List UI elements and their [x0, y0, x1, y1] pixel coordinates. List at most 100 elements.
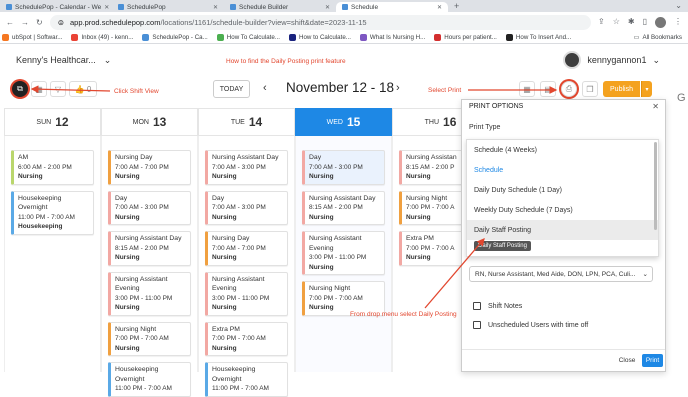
- day-column[interactable]: Day 7:00 AM - 3:00 PM Nursing Nursing Assis…: [295, 136, 392, 372]
- shift-role: Nursing: [115, 304, 140, 311]
- print-type-option[interactable]: Daily Duty Schedule (1 Day): [467, 180, 658, 200]
- shift-notes-checkbox[interactable]: Shift Notes: [473, 302, 522, 310]
- bookmark-item[interactable]: SchedulePop - Ca...: [142, 34, 208, 41]
- close-icon[interactable]: ✕: [652, 102, 659, 111]
- shift-card[interactable]: Day 7:00 AM - 3:00 PM Nursing: [302, 150, 385, 185]
- day-column[interactable]: Nursing Day 7:00 AM - 7:00 PM Nursing Day 7:…: [101, 136, 198, 397]
- checkbox-box[interactable]: [473, 302, 481, 310]
- print-type-option[interactable]: Weekly Duty Schedule (7 Days): [467, 200, 658, 220]
- shift-name: Day: [212, 194, 225, 202]
- browser-tab[interactable]: Schedule Builder ✕: [224, 2, 336, 12]
- more-menu-icon[interactable]: ⋮: [674, 17, 682, 28]
- day-header-row: SUN 12 MON 13 TUE 14 WED 15 THU 16: [4, 108, 504, 136]
- new-tab-button[interactable]: +: [448, 0, 465, 12]
- shift-name: Day: [309, 154, 322, 161]
- user-menu[interactable]: kennygannon1 ⌄: [563, 51, 660, 69]
- bookmark-item[interactable]: What Is Nursing H...: [359, 34, 425, 41]
- shift-card[interactable]: Day 7:00 AM - 3:00 PM Nursing: [205, 190, 288, 225]
- shift-name: Nursing Assistant Day: [212, 154, 279, 161]
- shift-card[interactable]: AM 6:00 AM - 2:00 PM Nursing: [11, 150, 94, 185]
- close-tab-icon[interactable]: ✕: [325, 4, 330, 11]
- reload-icon[interactable]: ↻: [36, 18, 43, 27]
- print-button[interactable]: ⎙: [561, 81, 577, 97]
- shift-card[interactable]: Nursing Day 7:00 AM - 7:00 PM Nursing: [205, 231, 288, 266]
- shift-card[interactable]: Housekeeping Overnight 11:00 PM - 7:00 AM…: [11, 190, 94, 235]
- browser-tab[interactable]: SchedulePop ✕: [112, 2, 224, 12]
- shift-view-button[interactable]: ⧉: [12, 81, 28, 97]
- today-button[interactable]: TODAY: [213, 80, 250, 98]
- close-tab-icon[interactable]: ✕: [213, 4, 218, 11]
- close-button[interactable]: Close: [614, 354, 640, 367]
- shift-role: Nursing: [212, 213, 237, 221]
- shift-role: Nursing: [18, 173, 43, 180]
- all-bookmarks[interactable]: ▭ All Bookmarks: [634, 34, 688, 41]
- tab-search-icon[interactable]: ⌄: [675, 0, 688, 12]
- bookmark-item[interactable]: How To Insert And...: [505, 34, 571, 41]
- shift-card[interactable]: Nursing Assistant Evening 3:00 PM - 11:00…: [205, 271, 288, 316]
- publish-button[interactable]: Publish: [603, 81, 640, 97]
- panel-footer: Close Print: [462, 349, 665, 371]
- forward-icon[interactable]: →: [21, 18, 29, 27]
- shift-card[interactable]: Nursing Day 7:00 AM - 7:00 PM Nursing: [108, 150, 191, 185]
- google-g-icon: G: [677, 92, 686, 104]
- bookmark-item[interactable]: Hours per patient...: [434, 34, 497, 41]
- calendar-view-button[interactable]: ▦: [31, 81, 47, 97]
- org-selector[interactable]: Kenny's Healthcar... ⌄: [16, 55, 111, 66]
- url-input[interactable]: ⊜ app.prod.schedulepop.com/locations/116…: [49, 14, 592, 30]
- print-type-option-daily-posting[interactable]: Daily Staff Posting: [467, 220, 658, 240]
- calendar-export-button[interactable]: ▦: [519, 81, 535, 97]
- grid-button[interactable]: ▤: [540, 81, 556, 97]
- shift-time: 7:00 PM - 7:00 AM: [212, 335, 266, 342]
- prev-week-icon[interactable]: ‹: [263, 82, 267, 94]
- filter-button[interactable]: ▽: [50, 81, 66, 97]
- shift-time: 7:00 AM - 7:00 PM: [212, 244, 266, 252]
- close-tab-icon[interactable]: ✕: [104, 4, 109, 11]
- shift-role: Nursing: [309, 213, 334, 221]
- site-info-icon[interactable]: ⊜: [58, 18, 64, 27]
- next-week-icon[interactable]: ›: [396, 82, 400, 94]
- browser-tab[interactable]: SchedulePop - Calendar - We ✕: [0, 2, 112, 12]
- address-bar-row: ← → ↻ ⊜ app.prod.schedulepop.com/locatio…: [0, 12, 688, 32]
- print-type-dropdown[interactable]: Schedule (4 Weeks) Schedule Daily Duty S…: [466, 139, 659, 257]
- browser-tab-active[interactable]: Schedule ✕: [336, 2, 448, 12]
- shift-card[interactable]: Nursing Assistant Evening 3:00 PM - 11:00…: [302, 231, 385, 275]
- unscheduled-users-checkbox[interactable]: Unscheduled Users with time off: [473, 321, 588, 329]
- sidepanel-icon[interactable]: ▯: [643, 17, 647, 28]
- shift-role: Nursing: [115, 254, 140, 261]
- shift-role: Housekeeping: [18, 223, 63, 230]
- back-icon[interactable]: ←: [6, 18, 14, 27]
- bookmark-item[interactable]: ubSpot | Softwar...: [2, 34, 62, 41]
- shift-card[interactable]: Nursing Assistant Day 8:15 AM - 2:00 PM Nu…: [108, 231, 191, 266]
- shift-name: Nursing Day: [115, 154, 153, 161]
- shift-card[interactable]: Extra PM 7:00 PM - 7:00 AM Nursing: [205, 321, 288, 356]
- tab-favicon-icon: [118, 4, 124, 10]
- shift-card[interactable]: Housekeeping Overnight 11:00 PM - 7:00 AM: [108, 362, 191, 397]
- publish-menu-chevron-icon[interactable]: ▾: [641, 81, 652, 97]
- roles-select[interactable]: RN, Nurse Assistant, Med Aide, DON, LPN,…: [469, 266, 653, 282]
- shift-card[interactable]: Nursing Assistant Day 8:15 AM - 2:00 PM Nu…: [302, 190, 385, 225]
- shift-card[interactable]: Nursing Night 7:00 PM - 7:00 AM Nursing: [108, 321, 191, 356]
- like-button[interactable]: 👍 0: [69, 81, 97, 97]
- copy-button[interactable]: ❐: [582, 81, 598, 97]
- day-column[interactable]: AM 6:00 AM - 2:00 PM Nursing Housekeeping O…: [4, 136, 101, 372]
- shift-time: 8:15 AM - 2:00 PM: [309, 204, 363, 211]
- bookmark-item[interactable]: Inbox (49) - kenn...: [71, 34, 133, 41]
- profile-avatar[interactable]: [655, 16, 666, 28]
- print-type-option[interactable]: Schedule (4 Weeks): [467, 140, 658, 160]
- shift-card[interactable]: Nursing Assistant Day 7:00 AM - 3:00 PM Nu…: [205, 150, 288, 185]
- day-column[interactable]: Nursing Assistant Day 7:00 AM - 3:00 PM Nu…: [198, 136, 295, 397]
- print-confirm-button[interactable]: Print: [642, 354, 663, 367]
- print-type-option-selected[interactable]: Schedule: [467, 160, 658, 180]
- shift-card[interactable]: Nursing Assistant Evening 3:00 PM - 11:00…: [108, 271, 191, 316]
- close-tab-icon[interactable]: ✕: [437, 4, 442, 11]
- checkbox-box[interactable]: [473, 321, 481, 329]
- dropdown-scrollbar[interactable]: [654, 142, 657, 230]
- bookmark-item[interactable]: How To Calculate...: [216, 34, 280, 41]
- bookmark-item[interactable]: How to Calculate...: [288, 34, 351, 41]
- shift-card[interactable]: Housekeeping Overnight 11:00 PM - 7:00 AM: [205, 362, 288, 397]
- extensions-icon[interactable]: ✱: [628, 17, 635, 28]
- share-icon[interactable]: ⇪: [598, 17, 605, 28]
- shift-card[interactable]: Day 7:00 AM - 3:00 PM Nursing: [108, 190, 191, 225]
- bookmark-star-icon[interactable]: ☆: [613, 17, 620, 28]
- shift-name: Housekeeping Overnight: [18, 194, 62, 212]
